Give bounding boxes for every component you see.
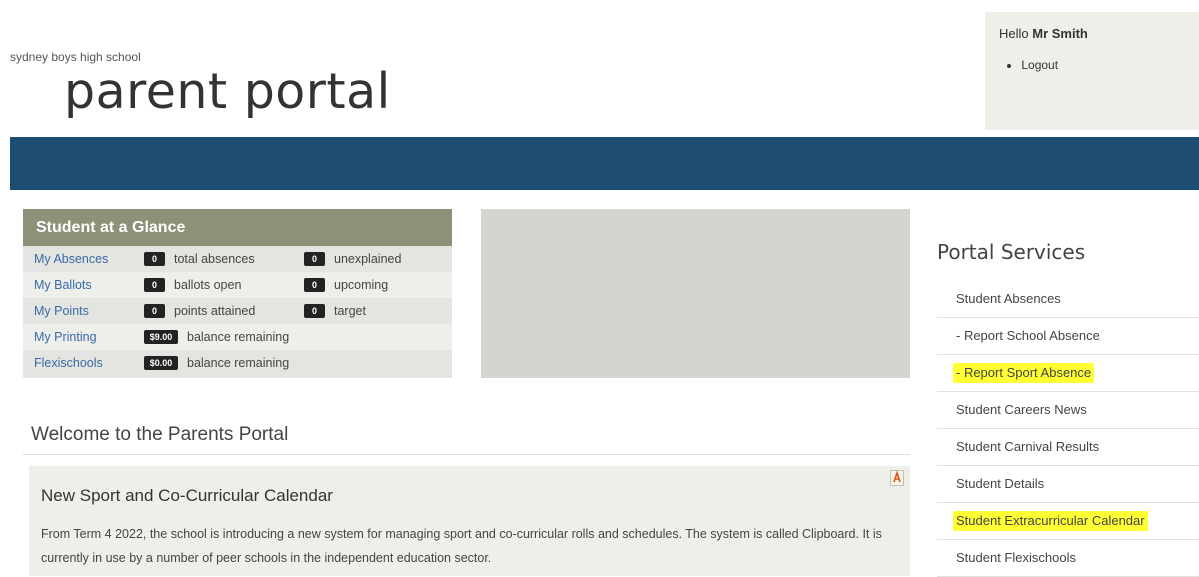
greeting: Hello Mr Smith xyxy=(999,26,1088,41)
service-student-absences[interactable]: Student Absences xyxy=(937,281,1199,318)
glance-row-ballots: My Ballots 0 ballots open 0 upcoming xyxy=(23,272,452,298)
service-label: Student Extracurricular Calendar xyxy=(953,511,1148,531)
glance-row-absences: My Absences 0 total absences 0 unexplain… xyxy=(23,246,452,272)
count-badge: 0 xyxy=(144,304,165,318)
news-body: From Term 4 2022, the school is introduc… xyxy=(41,527,882,565)
glance-row-printing: My Printing $9.00 balance remaining xyxy=(23,324,452,350)
count-badge: 0 xyxy=(144,278,165,292)
service-student-details[interactable]: Student Details xyxy=(937,466,1199,503)
greeting-label: Hello xyxy=(999,26,1029,41)
service-label: Student Details xyxy=(956,476,1045,491)
count-badge: 0 xyxy=(304,278,325,292)
portal-title: parent portal xyxy=(64,63,391,120)
service-student-careers-news[interactable]: Student Careers News xyxy=(937,392,1199,429)
my-printing-link[interactable]: My Printing xyxy=(34,324,97,350)
service-student-flexischools[interactable]: Student Flexischools xyxy=(937,540,1199,577)
balance-badge: $9.00 xyxy=(144,330,178,344)
user-name: Mr Smith xyxy=(1032,26,1088,41)
portal-services-title: Portal Services xyxy=(937,240,1086,264)
service-report-school-absence[interactable]: - Report School Absence xyxy=(937,318,1199,355)
service-label: Student Careers News xyxy=(956,402,1087,417)
service-label: - Report Sport Absence xyxy=(953,363,1095,383)
news-title[interactable]: New Sport and Co-Curricular Calendar xyxy=(41,486,333,506)
count-badge: 0 xyxy=(304,304,325,318)
image-placeholder xyxy=(481,209,910,378)
pdf-icon[interactable] xyxy=(890,470,904,486)
flexischools-link[interactable]: Flexischools xyxy=(34,350,103,376)
user-box: Hello Mr Smith Logout xyxy=(985,12,1199,130)
balance-badge: $0.00 xyxy=(144,356,178,370)
service-label: Student Absences xyxy=(956,291,1061,306)
glance-title: Student at a Glance xyxy=(23,209,452,246)
my-ballots-link[interactable]: My Ballots xyxy=(34,272,92,298)
portal-services-list: Student Absences - Report School Absence… xyxy=(937,281,1199,577)
service-report-sport-absence[interactable]: - Report Sport Absence xyxy=(937,355,1199,392)
glance-row-flexischools: Flexischools $0.00 balance remaining xyxy=(23,350,452,376)
count-badge: 0 xyxy=(304,252,325,266)
welcome-heading: Welcome to the Parents Portal xyxy=(31,424,289,445)
service-student-carnival-results[interactable]: Student Carnival Results xyxy=(937,429,1199,466)
glance-text: balance remaining xyxy=(187,330,290,344)
glance-text: balance remaining xyxy=(187,356,290,370)
glance-text: total absences xyxy=(174,252,255,266)
glance-text: ballots open xyxy=(174,278,242,292)
logout-link[interactable]: Logout xyxy=(1021,58,1058,72)
my-points-link[interactable]: My Points xyxy=(34,298,89,324)
divider xyxy=(23,454,910,455)
service-student-extracurricular-calendar[interactable]: Student Extracurricular Calendar xyxy=(937,503,1199,540)
glance-text: unexplained xyxy=(334,252,402,266)
news-item: New Sport and Co-Curricular Calendar Fro… xyxy=(29,466,910,576)
logout-item[interactable]: Logout xyxy=(1007,58,1058,72)
my-absences-link[interactable]: My Absences xyxy=(34,246,108,272)
student-at-a-glance-panel: Student at a Glance My Absences 0 total … xyxy=(23,209,452,378)
glance-text: points attained xyxy=(174,304,256,318)
bullet-icon xyxy=(1007,63,1011,68)
service-label: Student Flexischools xyxy=(956,550,1076,565)
service-label: Student Carnival Results xyxy=(956,439,1100,454)
service-label: - Report School Absence xyxy=(956,328,1100,343)
count-badge: 0 xyxy=(144,252,165,266)
glance-text: target xyxy=(334,304,366,318)
navigation-bar xyxy=(10,137,1199,190)
glance-row-points: My Points 0 points attained 0 target xyxy=(23,298,452,324)
glance-text: upcoming xyxy=(334,278,389,292)
